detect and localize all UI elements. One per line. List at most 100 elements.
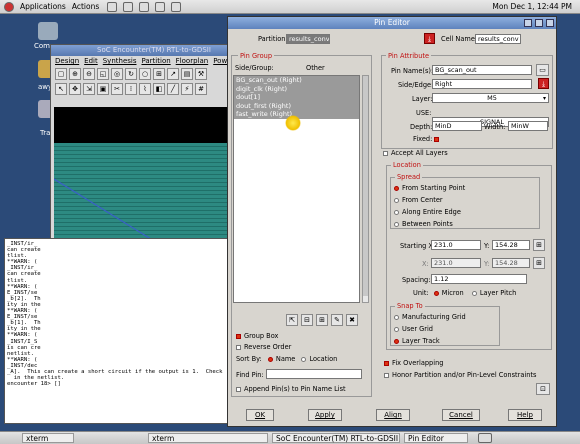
layer-select[interactable]: M5 xyxy=(432,93,549,103)
append-pins-checkbox[interactable]: Append Pin(s) to Pin Name List xyxy=(236,385,346,393)
pin-list-scrollbar[interactable] xyxy=(362,75,369,303)
spread-from-center-radio[interactable]: From Center xyxy=(394,196,443,204)
move-pins-icon[interactable]: ⇱ xyxy=(286,314,298,326)
clock[interactable]: Mon Dec 1, 12:44 PM xyxy=(492,2,572,11)
taskbar-xterm-2[interactable]: xterm xyxy=(148,433,268,443)
start-y-input[interactable]: 154.28 xyxy=(492,240,530,250)
zoom-in-icon[interactable]: ⊕ xyxy=(69,68,81,80)
stop-icon[interactable]: ○ xyxy=(139,68,151,80)
reverse-order-checkbox[interactable]: Reverse Order xyxy=(236,343,291,351)
pins-icon[interactable]: ⁞ xyxy=(125,83,137,95)
other-header[interactable]: Other xyxy=(306,64,325,72)
start-point-pick-icon[interactable]: ⊞ xyxy=(533,239,545,251)
cell-name-field[interactable]: results_conv xyxy=(475,34,521,44)
maximize-icon[interactable] xyxy=(535,19,543,27)
ok-button[interactable]: OK xyxy=(246,409,274,421)
redraw-icon[interactable]: ↻ xyxy=(125,68,137,80)
delete-pins-icon[interactable]: ✖ xyxy=(346,314,358,326)
soc-window-title[interactable]: SoC Encounter(TM) RTL-to-GDSII xyxy=(51,45,239,56)
ungroup-pins-icon[interactable]: ⊞ xyxy=(316,314,328,326)
actions-menu[interactable]: Actions xyxy=(72,2,99,11)
impress-launcher-icon[interactable] xyxy=(155,1,166,12)
end-y-input[interactable]: 154.28 xyxy=(492,258,530,268)
writer-launcher-icon[interactable] xyxy=(139,1,150,12)
block-icon[interactable]: ▣ xyxy=(97,83,109,95)
zoom-out-icon[interactable]: ⊖ xyxy=(83,68,95,80)
taskbar-xterm-1[interactable]: xterm xyxy=(22,433,74,443)
zoom-fit-icon[interactable]: ◱ xyxy=(97,68,109,80)
pin-row[interactable]: dout[1] xyxy=(234,93,359,102)
spread-along-entire-edge-radio[interactable]: Along Entire Edge xyxy=(394,208,461,216)
accept-all-layers-checkbox[interactable]: Accept All Layers xyxy=(383,149,448,157)
pin-row[interactable]: digit_clk (Right) xyxy=(234,84,359,93)
depth-input[interactable]: MinD xyxy=(432,121,482,131)
find-pin-input[interactable] xyxy=(266,369,362,379)
layout-canvas-top[interactable] xyxy=(54,107,238,143)
snap-manufacturing-grid-radio[interactable]: Manufacturing Grid xyxy=(394,313,466,321)
spread-from-starting-point-radio[interactable]: From Starting Point xyxy=(394,184,465,192)
menu-edit[interactable]: Edit xyxy=(84,56,98,66)
spacing-input[interactable]: 1.12 xyxy=(431,274,527,284)
measure-icon[interactable]: ↗ xyxy=(167,68,179,80)
apply-button[interactable]: Apply xyxy=(308,409,342,421)
computer-icon[interactable] xyxy=(38,22,58,40)
xterm-window[interactable]: _INST/ir_ can create tlist. **WARN: (_INST/… xyxy=(4,238,234,424)
side-edge-pick-icon[interactable]: ⤓ xyxy=(538,78,549,89)
snap-layer-track-radio[interactable]: Layer Track xyxy=(394,337,440,345)
pin-names-input[interactable]: BG_scan_out xyxy=(432,65,532,75)
taskbar-pin-editor[interactable]: Pin Editor xyxy=(404,433,468,443)
end-x-input[interactable]: 231.0 xyxy=(431,258,481,268)
help-button[interactable]: Help xyxy=(508,409,542,421)
wire-icon[interactable]: ╱ xyxy=(167,83,179,95)
edit-pins-icon[interactable]: ✎ xyxy=(331,314,343,326)
calc-launcher-icon[interactable] xyxy=(171,1,182,12)
taskbar-soc-encounter[interactable]: SoC Encounter(TM) RTL-to-GDSII xyxy=(272,433,400,443)
batch-icon[interactable]: ⊡ xyxy=(536,383,550,395)
spread-between-points-radio[interactable]: Between Points xyxy=(394,220,453,228)
power-icon[interactable]: ⚡ xyxy=(181,83,193,95)
partition-field[interactable]: results_conv xyxy=(286,34,330,44)
sort-name-radio[interactable]: Name xyxy=(267,355,295,363)
place-icon[interactable]: ◧ xyxy=(153,83,165,95)
load-partition-icon[interactable]: ⤓ xyxy=(424,33,435,44)
zoom-select-icon[interactable]: ◎ xyxy=(111,68,123,80)
close-icon[interactable] xyxy=(546,19,554,27)
dim-icon[interactable]: ▤ xyxy=(181,68,193,80)
start-x-input[interactable]: 231.0 xyxy=(431,240,481,250)
resize-icon[interactable]: ⇲ xyxy=(83,83,95,95)
group-pins-icon[interactable]: ⊟ xyxy=(301,314,313,326)
menu-partition[interactable]: Partition xyxy=(141,56,170,66)
menu-design[interactable]: Design xyxy=(55,56,79,66)
workspace-switcher-icon[interactable] xyxy=(478,433,492,443)
side-group-header[interactable]: Side/Group: xyxy=(235,64,274,72)
tool-icon[interactable]: ⚒ xyxy=(195,68,207,80)
cancel-button[interactable]: Cancel xyxy=(442,409,480,421)
redhat-icon[interactable] xyxy=(4,1,14,12)
group-box-checkbox[interactable]: Group Box xyxy=(236,332,278,340)
unit-layer-pitch-radio[interactable]: Layer Pitch xyxy=(471,289,516,297)
select-arrow-icon[interactable]: ↖ xyxy=(55,83,67,95)
route-icon[interactable]: ⌇ xyxy=(139,83,151,95)
move-icon[interactable]: ✥ xyxy=(69,83,81,95)
end-point-pick-icon[interactable]: ⊞ xyxy=(533,257,545,269)
menu-synthesis[interactable]: Synthesis xyxy=(103,56,137,66)
pin-row[interactable]: BG_scan_out (Right) xyxy=(234,76,359,85)
cut-icon[interactable]: ✂ xyxy=(111,83,123,95)
browser-launcher-icon[interactable] xyxy=(107,1,118,12)
side-edge-input[interactable]: Right xyxy=(432,79,532,89)
pin-row[interactable]: dout_first (Right) xyxy=(234,101,359,110)
minimize-icon[interactable] xyxy=(524,19,532,27)
honor-constraints-checkbox[interactable]: Honor Partition and/or Pin-Level Constra… xyxy=(384,371,536,379)
hierarchy-icon[interactable]: ⊞ xyxy=(153,68,165,80)
sort-location-radio[interactable]: Location xyxy=(301,355,337,363)
pin-list[interactable]: BG_scan_out (Right) digit_clk (Right) do… xyxy=(233,75,360,303)
width-input[interactable]: MinW xyxy=(508,121,548,131)
menu-floorplan[interactable]: Floorplan xyxy=(176,56,209,66)
align-button[interactable]: Align xyxy=(376,409,410,421)
grid-icon[interactable]: # xyxy=(195,83,207,95)
pin-names-browse-icon[interactable]: ▭ xyxy=(536,64,549,76)
pin-editor-title[interactable]: Pin Editor xyxy=(228,17,556,29)
snap-user-grid-radio[interactable]: User Grid xyxy=(394,325,433,333)
mail-launcher-icon[interactable] xyxy=(123,1,134,12)
fix-overlapping-checkbox[interactable]: Fix Overlapping xyxy=(384,359,443,367)
